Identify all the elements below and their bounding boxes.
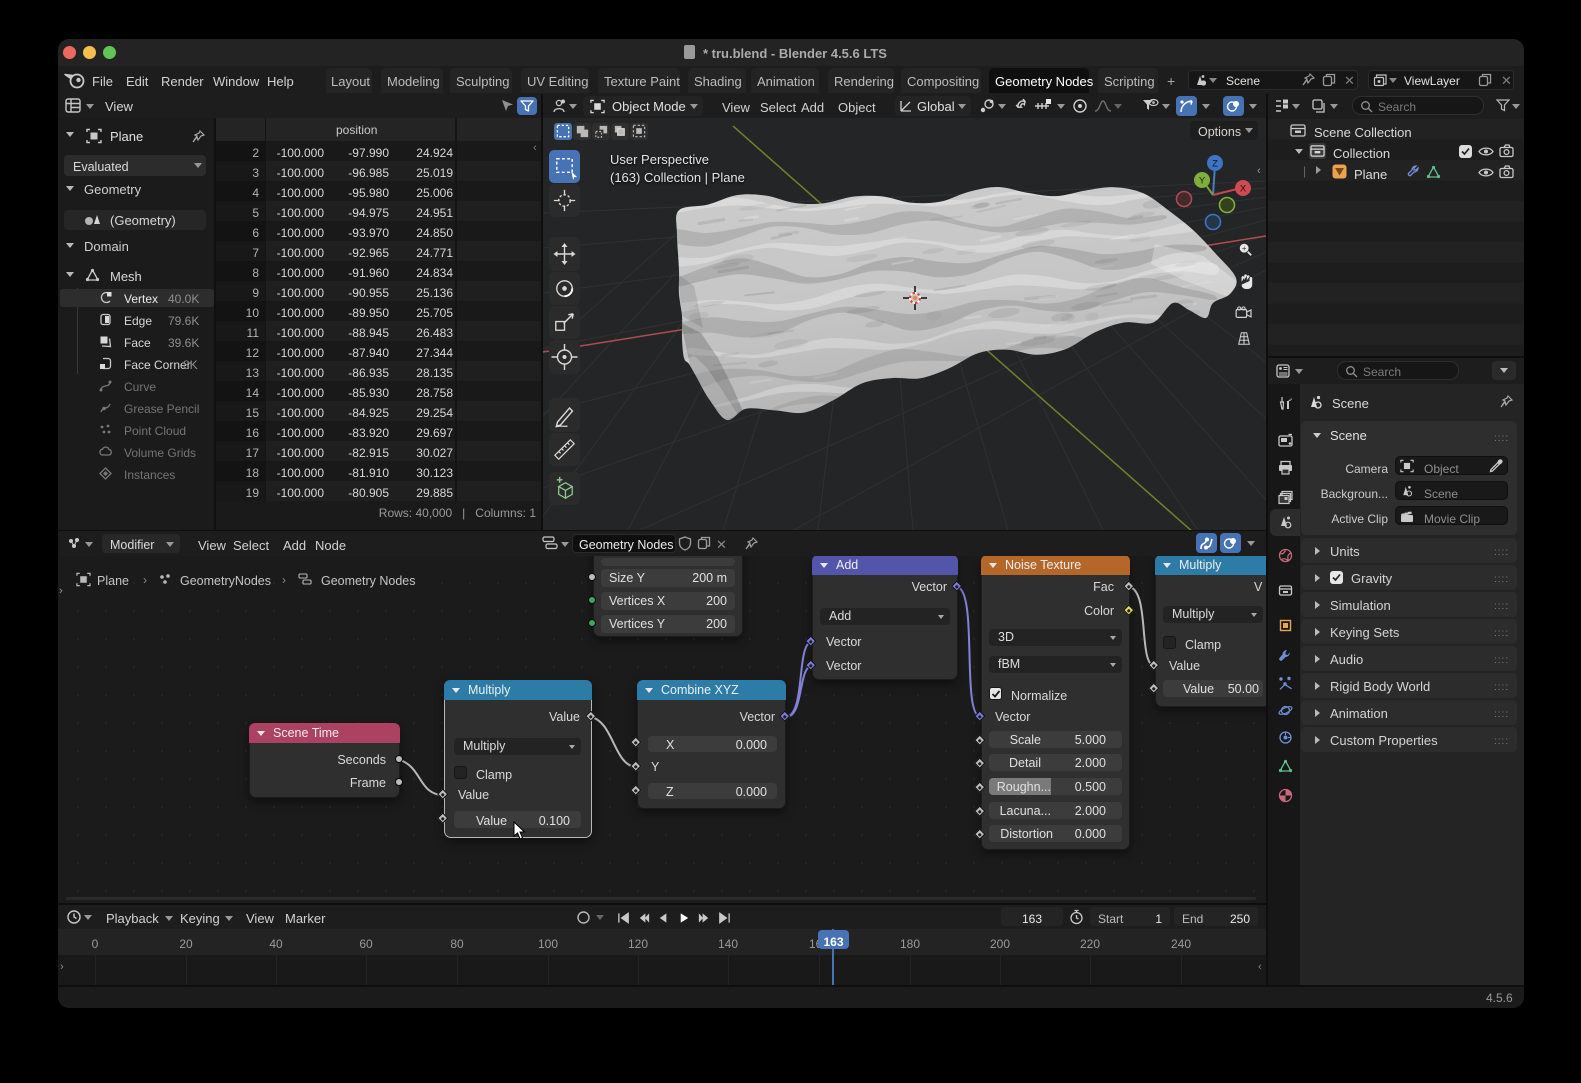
svg-text:+: + — [1242, 244, 1247, 253]
svg-text:Z: Z — [1212, 159, 1218, 170]
svg-text:X: X — [1240, 184, 1247, 195]
svg-text:Y: Y — [1199, 176, 1206, 187]
